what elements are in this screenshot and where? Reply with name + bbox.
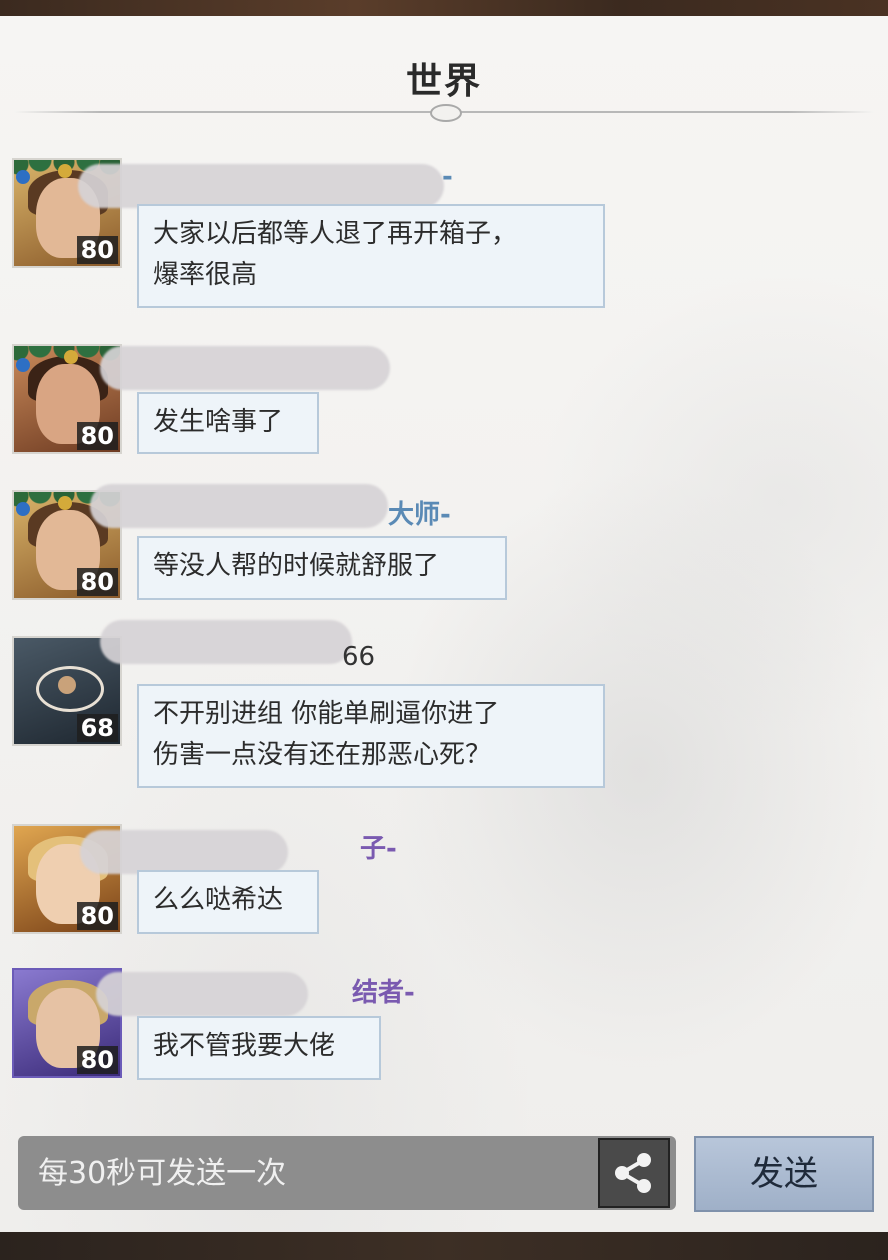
message-bubble[interactable]: 发生啥事了 (137, 392, 319, 454)
username-redacted (96, 972, 308, 1016)
username-suffix: 子- (360, 834, 397, 864)
message-bubble[interactable]: 大家以后都等人退了再开箱子， 爆率很高 (137, 204, 605, 308)
channel-title: 世界 (405, 61, 482, 102)
username-suffix: 结者- (352, 978, 415, 1008)
message-line: 我不管我要大佬 (153, 1031, 336, 1061)
message-line: 爆率很高 (153, 260, 258, 290)
message-line: 发生啥事了 (153, 407, 284, 437)
share-button[interactable] (598, 1138, 670, 1208)
divider-ornament-icon (430, 104, 462, 122)
message-bubble[interactable]: 不开别进组 你能单刷逼你进了 伤害一点没有还在那恶心死？ (137, 684, 605, 788)
level-badge: 68 (76, 714, 118, 742)
window-bottom-frame (0, 1232, 888, 1260)
username-redacted (100, 346, 390, 390)
level-badge: 80 (76, 1046, 118, 1074)
level-badge: 80 (76, 902, 118, 930)
username-redacted (100, 620, 352, 664)
username-suffix: 66 (342, 642, 376, 672)
username-redacted (80, 830, 288, 874)
level-badge: 80 (76, 236, 118, 264)
chat-input[interactable] (18, 1136, 596, 1210)
message-line: 大家以后都等人退了再开箱子， (153, 219, 518, 249)
message-bubble[interactable]: 等没人帮的时候就舒服了 (137, 536, 507, 600)
level-badge: 80 (76, 568, 118, 596)
username-redacted (90, 484, 388, 528)
level-badge: 80 (76, 422, 118, 450)
username-suffix: 大师- (388, 500, 451, 530)
username-redacted (78, 164, 444, 208)
message-line: 不开别进组 你能单刷逼你进了 (153, 699, 500, 729)
send-button[interactable]: 发送 (694, 1136, 874, 1212)
share-icon (615, 1153, 651, 1193)
message-line: 么么哒希达 (153, 885, 284, 915)
message-bubble[interactable]: 么么哒希达 (137, 870, 319, 934)
message-line: 伤害一点没有还在那恶心死？ (153, 740, 492, 770)
username-suffix: - (442, 162, 453, 192)
message-bubble[interactable]: 我不管我要大佬 (137, 1016, 381, 1080)
message-line: 等没人帮的时候就舒服了 (153, 551, 440, 581)
